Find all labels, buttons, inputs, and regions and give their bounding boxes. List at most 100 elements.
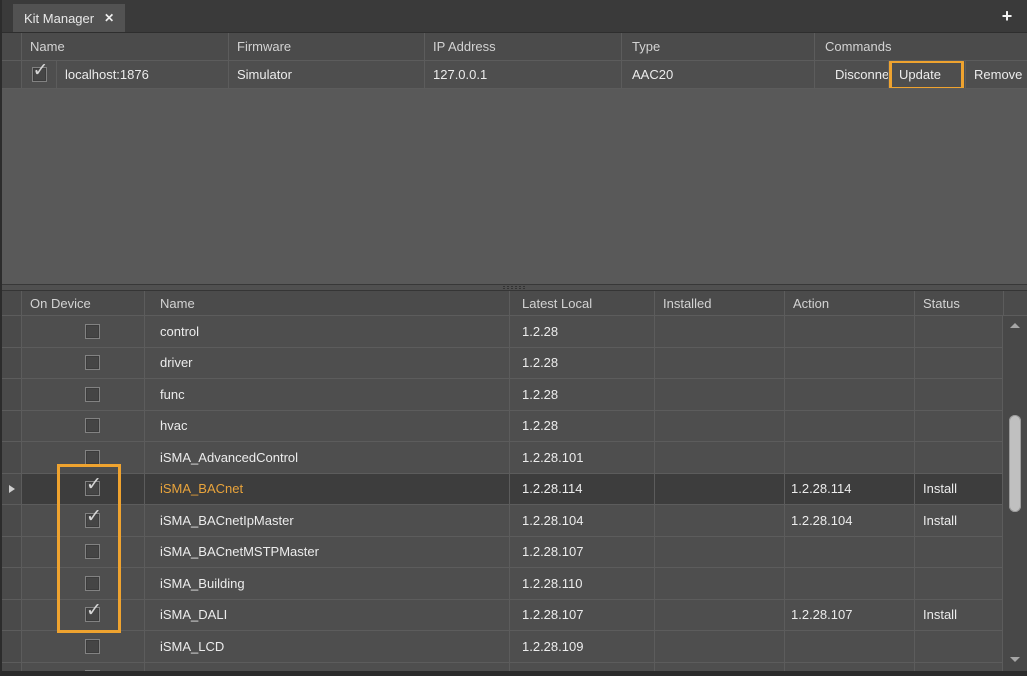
- update-button[interactable]: Update: [888, 61, 965, 88]
- on-device-checkbox[interactable]: [85, 544, 100, 559]
- kit-name: func: [145, 379, 510, 410]
- scroll-up-icon[interactable]: [1010, 323, 1020, 328]
- on-device-cell: [22, 442, 145, 473]
- table-row[interactable]: [2, 663, 1002, 672]
- splitter[interactable]: [2, 284, 1027, 291]
- column-header-on-device[interactable]: On Device: [22, 291, 145, 315]
- on-device-checkbox[interactable]: [85, 513, 100, 528]
- kits-rows: control1.2.28driver1.2.28func1.2.28hvac1…: [2, 316, 1027, 671]
- remove-button[interactable]: Remove: [965, 61, 1027, 88]
- action: [785, 348, 915, 379]
- installed: [655, 663, 785, 672]
- vertical-scrollbar[interactable]: [1002, 316, 1027, 671]
- status: Install: [915, 505, 1004, 536]
- latest-local: 1.2.28: [510, 348, 655, 379]
- scroll-thumb[interactable]: [1009, 415, 1021, 512]
- on-device-checkbox[interactable]: [85, 670, 100, 671]
- column-header-ip-address[interactable]: IP Address: [425, 33, 622, 60]
- table-row[interactable]: control1.2.28: [2, 316, 1002, 348]
- on-device-checkbox[interactable]: [85, 576, 100, 591]
- status: [915, 663, 1004, 672]
- status: Install: [915, 600, 1004, 631]
- tab-label: Kit Manager: [24, 11, 94, 26]
- column-header-commands[interactable]: Commands: [815, 33, 1027, 60]
- kit-name: iSMA_BACnetMSTPMaster: [145, 537, 510, 568]
- tab-close-icon[interactable]: ✕: [104, 12, 114, 24]
- kit-name: iSMA_BACnetIpMaster: [145, 505, 510, 536]
- on-device-cell: [22, 411, 145, 442]
- column-header-type[interactable]: Type: [622, 33, 815, 60]
- device-name: localhost:1876: [57, 67, 149, 82]
- kits-header-spacer: [1004, 291, 1027, 315]
- installed: [655, 568, 785, 599]
- installed: [655, 631, 785, 662]
- on-device-checkbox[interactable]: [85, 607, 100, 622]
- column-header-installed[interactable]: Installed: [655, 291, 785, 315]
- column-header-status[interactable]: Status: [915, 291, 1004, 315]
- on-device-checkbox[interactable]: [85, 418, 100, 433]
- device-checkbox[interactable]: [32, 67, 47, 82]
- table-row[interactable]: hvac1.2.28: [2, 411, 1002, 443]
- table-row[interactable]: iSMA_LCD1.2.28.109: [2, 631, 1002, 663]
- column-header-action[interactable]: Action: [785, 291, 915, 315]
- table-row[interactable]: iSMA_BACnetIpMaster1.2.28.1041.2.28.104I…: [2, 505, 1002, 537]
- table-row[interactable]: iSMA_Building1.2.28.110: [2, 568, 1002, 600]
- installed: [655, 348, 785, 379]
- installed: [655, 474, 785, 505]
- table-row[interactable]: driver1.2.28: [2, 348, 1002, 380]
- device-row[interactable]: localhost:1876 Simulator 127.0.0.1 AAC20…: [2, 61, 1027, 89]
- table-row[interactable]: iSMA_DALI1.2.28.1071.2.28.107Install: [2, 600, 1002, 632]
- column-header-kit-name[interactable]: Name: [145, 291, 510, 315]
- latest-local: 1.2.28: [510, 379, 655, 410]
- table-row[interactable]: iSMA_AdvancedControl1.2.28.101: [2, 442, 1002, 474]
- add-tab-button[interactable]: +: [996, 5, 1018, 27]
- on-device-cell: [22, 348, 145, 379]
- latest-local: 1.2.28.110: [510, 568, 655, 599]
- table-row[interactable]: func1.2.28: [2, 379, 1002, 411]
- on-device-checkbox[interactable]: [85, 355, 100, 370]
- on-device-checkbox[interactable]: [85, 481, 100, 496]
- action: 1.2.28.107: [785, 600, 915, 631]
- row-indicator-cell: [2, 442, 22, 473]
- latest-local: 1.2.28: [510, 411, 655, 442]
- on-device-checkbox[interactable]: [85, 639, 100, 654]
- action: [785, 379, 915, 410]
- disconnect-button[interactable]: Disconnect: [827, 61, 888, 88]
- status: [915, 348, 1004, 379]
- latest-local: 1.2.28.101: [510, 442, 655, 473]
- devices-empty-area: [2, 89, 1027, 284]
- plus-icon: +: [1002, 6, 1013, 27]
- action: [785, 537, 915, 568]
- on-device-checkbox[interactable]: [85, 387, 100, 402]
- devices-table: Name Firmware IP Address Type Commands l…: [2, 33, 1027, 284]
- table-row[interactable]: iSMA_BACnetMSTPMaster1.2.28.107: [2, 537, 1002, 569]
- action: 1.2.28.114: [785, 474, 915, 505]
- installed: [655, 411, 785, 442]
- latest-local: [510, 663, 655, 672]
- row-indicator-cell: [2, 631, 22, 662]
- action: [785, 663, 915, 672]
- scroll-down-icon[interactable]: [1010, 657, 1020, 662]
- status: [915, 537, 1004, 568]
- on-device-cell: [22, 379, 145, 410]
- on-device-checkbox[interactable]: [85, 324, 100, 339]
- device-commands-cell: Disconnect Update Remove: [815, 61, 1027, 88]
- device-name-cell: localhost:1876: [22, 61, 229, 88]
- kit-manager-window: Kit Manager ✕ + Name Firmware IP Address…: [0, 0, 1027, 676]
- installed: [655, 537, 785, 568]
- on-device-checkbox[interactable]: [85, 450, 100, 465]
- column-header-latest-local[interactable]: Latest Local: [510, 291, 655, 315]
- tab-bar: Kit Manager ✕ +: [2, 0, 1027, 33]
- kit-name: iSMA_DALI: [145, 600, 510, 631]
- column-header-name[interactable]: Name: [22, 33, 229, 60]
- tab-kit-manager[interactable]: Kit Manager ✕: [13, 4, 125, 32]
- installed: [655, 442, 785, 473]
- on-device-cell: [22, 505, 145, 536]
- column-header-firmware[interactable]: Firmware: [229, 33, 425, 60]
- table-row[interactable]: iSMA_BACnet1.2.28.1141.2.28.114Install: [2, 474, 1002, 506]
- device-checkbox-cell: [22, 61, 57, 88]
- status: [915, 316, 1004, 347]
- installed: [655, 505, 785, 536]
- kit-name: iSMA_AdvancedControl: [145, 442, 510, 473]
- row-indicator-cell: [2, 348, 22, 379]
